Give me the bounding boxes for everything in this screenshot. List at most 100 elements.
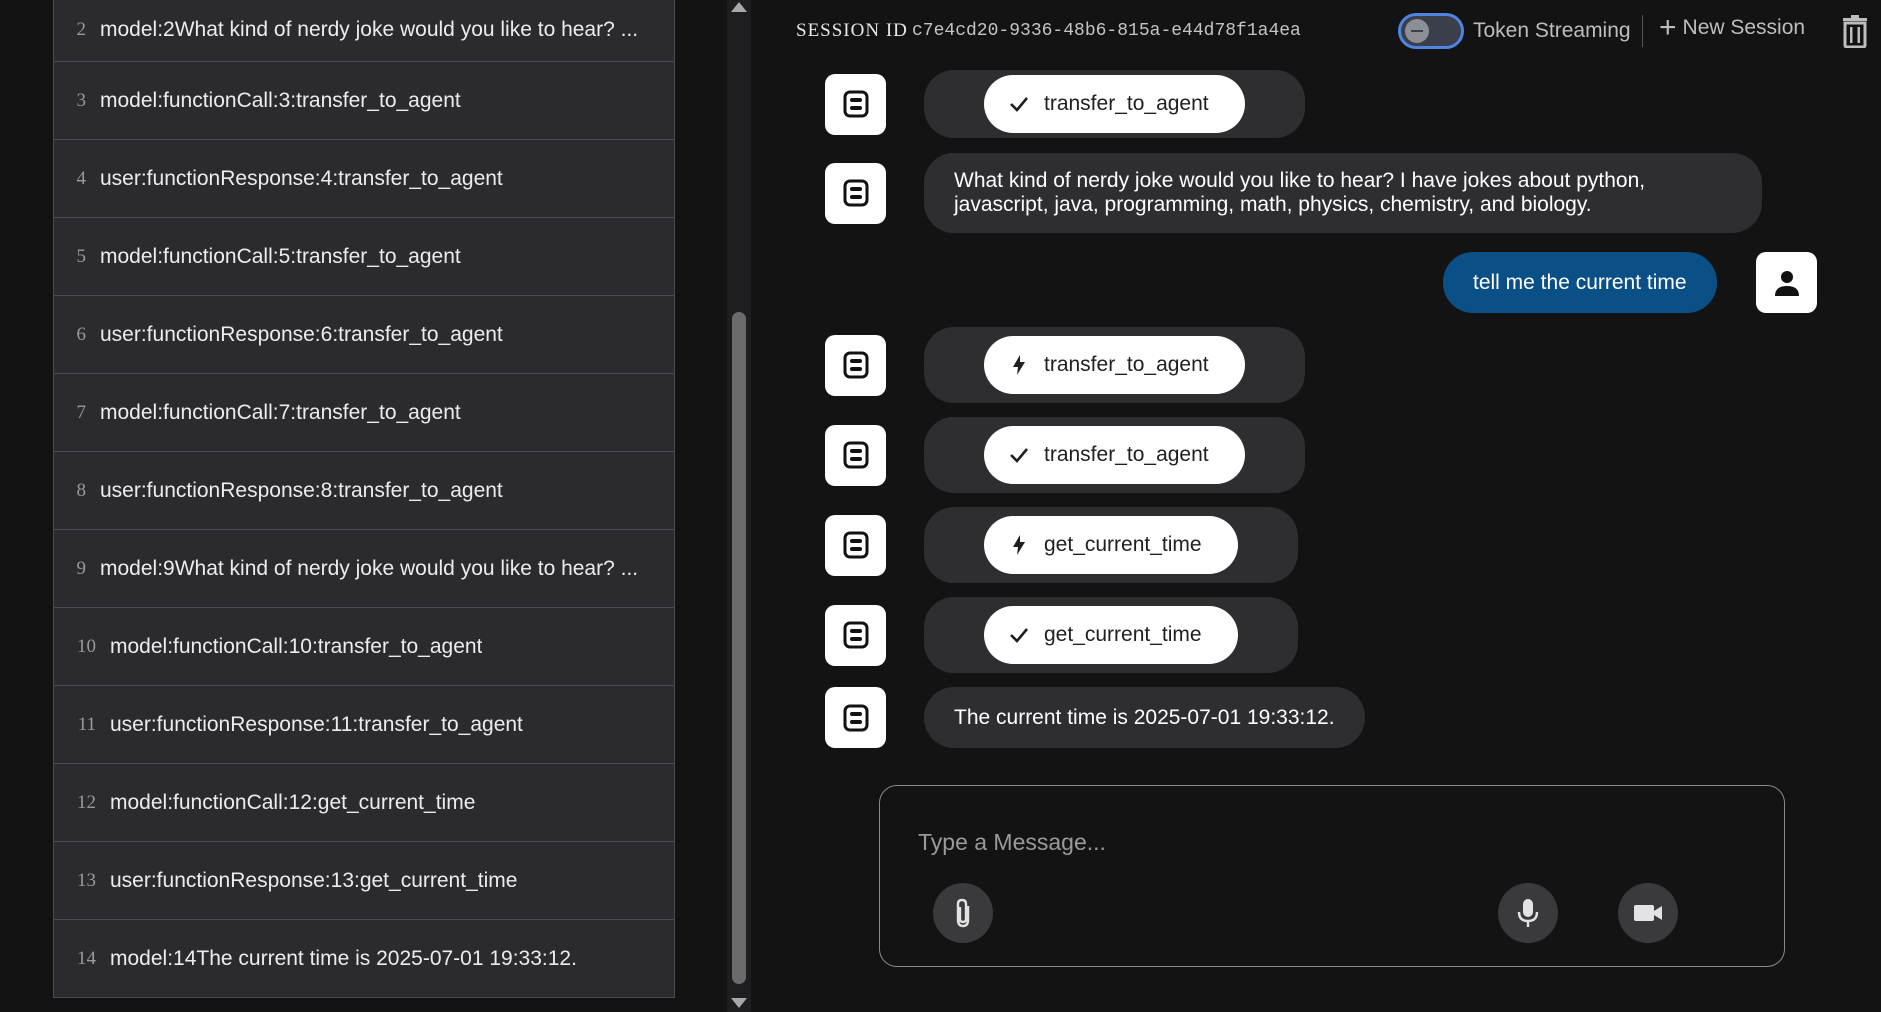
check-icon xyxy=(1010,628,1028,643)
event-text: user:functionResponse:4:transfer_to_agen… xyxy=(100,166,503,190)
event-row[interactable]: 12 model:functionCall:12:get_current_tim… xyxy=(53,764,675,842)
scrollbar-thumb[interactable] xyxy=(732,312,746,984)
bot-avatar xyxy=(825,604,886,666)
event-row[interactable]: 9 model:9What kind of nerdy joke would y… xyxy=(53,530,675,608)
bot-avatar xyxy=(825,162,886,224)
bot-avatar xyxy=(825,424,886,486)
message-composer xyxy=(879,785,1785,967)
session-id-label: SESSION ID xyxy=(796,20,908,41)
event-number: 4 xyxy=(76,167,87,189)
event-row[interactable]: 13 user:functionResponse:13:get_current_… xyxy=(53,842,675,920)
function-response-chip[interactable]: transfer_to_agent xyxy=(984,75,1245,133)
robot-icon xyxy=(843,90,868,118)
chat-header: SESSION ID c7e4cd20-9336-48b6-815a-e44d7… xyxy=(766,0,1881,66)
person-icon xyxy=(1774,270,1799,296)
function-call-chip[interactable]: get_current_time xyxy=(984,516,1238,574)
attach-button[interactable] xyxy=(933,883,993,943)
bot-avatar xyxy=(825,687,886,748)
bot-message: What kind of nerdy joke would you like t… xyxy=(825,153,1762,233)
function-response-chip[interactable]: transfer_to_agent xyxy=(984,426,1245,484)
token-streaming-toggle[interactable] xyxy=(1398,13,1464,49)
event-row[interactable]: 4 user:functionResponse:4:transfer_to_ag… xyxy=(53,140,675,218)
function-response-chip[interactable]: get_current_time xyxy=(984,606,1238,664)
event-text: user:functionResponse:11:transfer_to_age… xyxy=(110,712,523,736)
event-text: model:functionCall:10:transfer_to_agent xyxy=(110,634,483,658)
event-row[interactable]: 6 user:functionResponse:6:transfer_to_ag… xyxy=(53,296,675,374)
chip-label: transfer_to_agent xyxy=(1044,92,1209,115)
event-row[interactable]: 7 model:functionCall:7:transfer_to_agent xyxy=(53,374,675,452)
event-text: user:functionResponse:8:transfer_to_agen… xyxy=(100,478,503,502)
event-number: 10 xyxy=(77,635,96,657)
event-number: 6 xyxy=(76,323,87,345)
event-number: 3 xyxy=(76,89,87,111)
event-text: model:functionCall:3:transfer_to_agent xyxy=(100,88,461,112)
event-number: 9 xyxy=(76,557,87,579)
bolt-icon xyxy=(1013,355,1025,375)
event-text: model:functionCall:7:transfer_to_agent xyxy=(100,400,461,424)
chip-label: transfer_to_agent xyxy=(1044,443,1209,466)
event-number: 2 xyxy=(76,19,87,40)
bot-message: transfer_to_agent xyxy=(825,70,1305,138)
message-input[interactable] xyxy=(918,824,1518,860)
event-number: 5 xyxy=(76,245,87,267)
event-number: 8 xyxy=(76,479,87,501)
video-button[interactable] xyxy=(1618,883,1678,943)
app-window: 2 model:2What kind of nerdy joke would y… xyxy=(0,0,1881,1012)
event-list-panel: 2 model:2What kind of nerdy joke would y… xyxy=(0,0,720,1012)
bot-message: get_current_time xyxy=(825,597,1298,673)
paperclip-icon xyxy=(956,898,970,928)
event-row[interactable]: 11 user:functionResponse:11:transfer_to_… xyxy=(53,686,675,764)
robot-icon xyxy=(843,179,868,207)
new-session-button[interactable]: + New Session xyxy=(1659,11,1805,44)
function-bubble: transfer_to_agent xyxy=(924,417,1305,493)
event-text: model:14The current time is 2025-07-01 1… xyxy=(110,946,577,970)
delete-session-icon[interactable] xyxy=(1840,14,1870,49)
robot-icon xyxy=(843,531,868,559)
session-id-value: c7e4cd20-9336-48b6-815a-e44d78f1a4ea xyxy=(912,21,1301,41)
bot-text-bubble: The current time is 2025-07-01 19:33:12. xyxy=(924,687,1365,748)
function-bubble: get_current_time xyxy=(924,597,1298,673)
robot-icon xyxy=(843,441,868,469)
toggle-knob xyxy=(1405,19,1429,43)
chip-label: get_current_time xyxy=(1044,533,1202,556)
event-row[interactable]: 14 model:14The current time is 2025-07-0… xyxy=(53,920,675,998)
bot-message: transfer_to_agent xyxy=(825,417,1305,493)
event-text: model:functionCall:12:get_current_time xyxy=(110,790,476,814)
plus-icon: + xyxy=(1659,11,1677,44)
robot-icon xyxy=(843,704,868,731)
chip-label: get_current_time xyxy=(1044,623,1202,646)
user-message-bubble: tell me the current time xyxy=(1443,252,1717,313)
event-number: 13 xyxy=(77,869,96,891)
function-bubble: transfer_to_agent xyxy=(924,70,1305,138)
event-row[interactable]: 2 model:2What kind of nerdy joke would y… xyxy=(53,0,675,62)
robot-icon xyxy=(843,351,868,379)
video-camera-icon xyxy=(1634,905,1662,921)
event-row[interactable]: 10 model:functionCall:10:transfer_to_age… xyxy=(53,608,675,686)
event-text: model:2What kind of nerdy joke would you… xyxy=(100,18,639,41)
header-divider xyxy=(1642,15,1643,47)
bot-message: get_current_time xyxy=(825,507,1298,583)
event-text: model:functionCall:5:transfer_to_agent xyxy=(100,244,461,268)
function-call-chip[interactable]: transfer_to_agent xyxy=(984,336,1245,394)
token-streaming-label: Token Streaming xyxy=(1473,19,1631,42)
check-icon xyxy=(1010,448,1028,463)
event-row[interactable]: 5 model:functionCall:5:transfer_to_agent xyxy=(53,218,675,296)
event-list-scrollbar[interactable] xyxy=(727,0,751,1012)
bot-message: The current time is 2025-07-01 19:33:12. xyxy=(825,687,1365,748)
event-number: 12 xyxy=(77,791,96,813)
event-text: model:9What kind of nerdy joke would you… xyxy=(100,556,639,580)
chip-label: transfer_to_agent xyxy=(1044,353,1209,376)
bot-text-bubble: What kind of nerdy joke would you like t… xyxy=(924,153,1762,233)
microphone-button[interactable] xyxy=(1498,883,1558,943)
event-row[interactable]: 3 model:functionCall:3:transfer_to_agent xyxy=(53,62,675,140)
robot-icon xyxy=(843,621,868,649)
function-bubble: get_current_time xyxy=(924,507,1298,583)
event-list: 2 model:2What kind of nerdy joke would y… xyxy=(53,0,675,998)
event-row[interactable]: 8 user:functionResponse:8:transfer_to_ag… xyxy=(53,452,675,530)
function-bubble: transfer_to_agent xyxy=(924,327,1305,403)
chat-panel: SESSION ID c7e4cd20-9336-48b6-815a-e44d7… xyxy=(766,0,1881,1012)
scroll-up-arrow-icon[interactable] xyxy=(731,2,747,12)
scroll-down-arrow-icon[interactable] xyxy=(731,998,747,1008)
bolt-icon xyxy=(1013,535,1025,555)
user-avatar xyxy=(1756,252,1817,313)
